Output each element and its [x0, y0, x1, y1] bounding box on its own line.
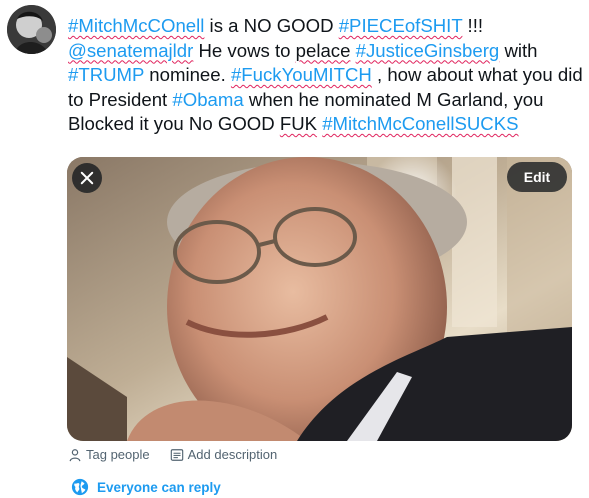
hashtag-text: #JusticeGinsberg — [355, 39, 500, 61]
tweet-text-span: with — [499, 39, 543, 61]
mention-text: @senatemajldr — [68, 39, 194, 61]
reply-setting-button[interactable]: Everyone can reply — [71, 478, 221, 496]
globe-icon — [71, 478, 89, 496]
add-description-button[interactable]: Add description — [170, 447, 278, 462]
tweet-text-span: is a NO GOOD — [204, 15, 339, 36]
tweet-composer: #MitchMcCOnell is a NO GOOD #PIECEofSHIT… — [0, 0, 589, 498]
reply-setting-label: Everyone can reply — [97, 479, 221, 495]
close-icon — [80, 171, 94, 185]
hashtag-text: #PIECEofSHIT — [338, 15, 463, 36]
hashtag-text: #TRUMP — [68, 64, 145, 85]
hashtag-text: #MitchMcConellSUCKS — [322, 113, 519, 134]
add-description-label: Add description — [187, 447, 278, 462]
tweet-text-span: nominee. — [144, 64, 231, 85]
hashtag-text: #FuckYouMITCH — [230, 64, 372, 85]
tweet-text-span: pelace — [295, 39, 351, 61]
media-actions: Tag people Add description — [68, 447, 297, 462]
remove-media-button[interactable] — [72, 163, 102, 193]
person-icon — [69, 448, 81, 461]
tweet-text-span: He vows to — [193, 39, 296, 61]
tweet-text-span: FUK — [279, 113, 318, 134]
tag-people-button[interactable]: Tag people — [68, 447, 150, 462]
attached-photo — [67, 157, 572, 441]
hashtag-text: #Obama — [172, 88, 244, 110]
tag-people-label: Tag people — [86, 447, 150, 462]
photo-image — [67, 157, 572, 441]
description-icon — [170, 448, 183, 461]
tweet-text-span: !!! — [462, 15, 489, 36]
tweet-text-input[interactable]: #MitchMcCOnell is a NO GOOD #PIECEofSHIT… — [68, 14, 583, 137]
avatar — [7, 5, 56, 54]
hashtag-text: #MitchMcCOnell — [68, 15, 205, 36]
edit-media-button[interactable]: Edit — [507, 162, 567, 192]
avatar-image — [7, 5, 56, 54]
